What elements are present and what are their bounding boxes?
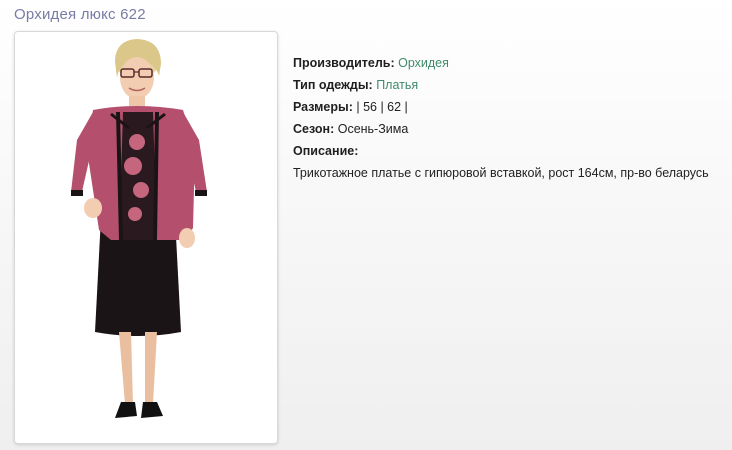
sizes-label: Размеры:	[293, 100, 353, 114]
season-label: Сезон:	[293, 122, 335, 136]
season-row: Сезон: Осень-Зима	[293, 118, 723, 140]
product-details: Производитель: Орхидея Тип одежды: Плать…	[293, 52, 723, 184]
manufacturer-row: Производитель: Орхидея	[293, 52, 723, 74]
sizes-value: | 56 | 62 |	[356, 100, 408, 114]
product-photo-frame[interactable]	[14, 31, 278, 444]
description-label-row: Описание:	[293, 140, 723, 162]
season-value: Осень-Зима	[337, 122, 409, 136]
clothing-type-row: Тип одежды: Платья	[293, 74, 723, 96]
description-label: Описание:	[293, 144, 359, 158]
product-title[interactable]: Орхидея люкс 622	[14, 6, 146, 23]
product-photo[interactable]	[15, 32, 277, 443]
manufacturer-link[interactable]: Орхидея	[398, 56, 449, 70]
clothing-type-label: Тип одежды:	[293, 78, 373, 92]
clothing-type-link[interactable]: Платья	[376, 78, 418, 92]
manufacturer-label: Производитель:	[293, 56, 395, 70]
description-text: Трикотажное платье с гипюровой вставкой,…	[293, 166, 709, 180]
sizes-row: Размеры: | 56 | 62 |	[293, 96, 723, 118]
